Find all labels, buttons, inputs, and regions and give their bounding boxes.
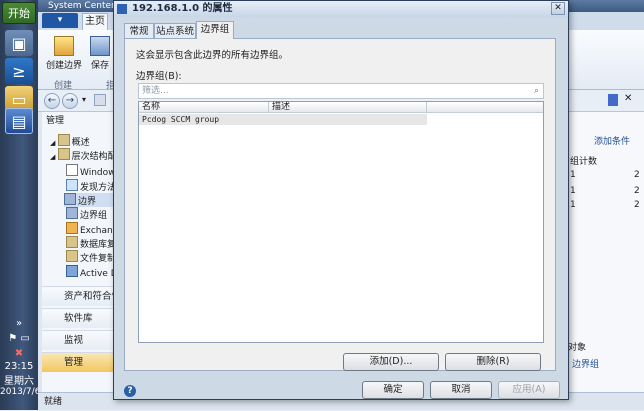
ok-button[interactable]: 确定 — [362, 381, 424, 399]
tree-item-exchange[interactable]: Exchang — [66, 222, 118, 236]
table-row[interactable]: Pcdog SCCM group — [139, 114, 427, 125]
tree-item-overview[interactable]: ◢ 概述 — [50, 134, 90, 148]
second-column-cell: 2 — [634, 186, 640, 196]
start-button[interactable]: 开始 — [2, 2, 36, 24]
tree-item-database[interactable]: 数据库复 — [66, 236, 116, 250]
filter-placeholder: 筛选... — [142, 86, 169, 96]
network-warning-icon[interactable]: ✖ — [0, 348, 38, 359]
exchange-icon — [66, 222, 78, 234]
forward-arrow-icon[interactable]: → — [62, 93, 78, 109]
save-label: 保存 — [90, 61, 109, 71]
folder-icon — [57, 148, 70, 160]
create-boundary-icon — [54, 36, 74, 56]
tree-item-windows[interactable]: Window — [66, 164, 116, 178]
cancel-button[interactable]: 取消 — [430, 381, 492, 399]
tab-general[interactable]: 常规 — [124, 23, 154, 39]
tree-item-boundary-groups[interactable]: 边界组 — [66, 207, 107, 221]
dialog-close-button[interactable]: ✕ — [551, 2, 565, 15]
group-count-cell: 1 — [570, 186, 576, 196]
second-column-cell: 2 — [634, 200, 640, 210]
column-header-description[interactable]: 描述 — [269, 102, 427, 113]
tab-boundary-groups[interactable]: 边界组 — [196, 21, 234, 39]
tree-item-active-directory[interactable]: Active D — [66, 265, 118, 279]
console-close-icon[interactable]: ✕ — [624, 93, 632, 104]
search-icon[interactable]: ⌕ — [534, 84, 539, 98]
dialog-title: 192.168.1.0 的属性 — [114, 1, 568, 17]
boundary-group-icon — [66, 207, 78, 219]
database-icon — [66, 236, 78, 248]
remove-button[interactable]: 删除(R) — [445, 353, 541, 371]
filter-input[interactable]: 筛选... ⌕ — [138, 83, 544, 99]
group-count-cell: 1 — [570, 200, 576, 210]
discovery-icon — [66, 179, 78, 191]
save-button[interactable]: 保存 — [88, 36, 112, 72]
overview-icon — [57, 134, 70, 146]
apply-button[interactable]: 应用(A) — [498, 381, 560, 399]
flag-icon[interactable]: ⚑ ▭ — [0, 333, 38, 344]
save-icon — [90, 36, 110, 56]
boundary-groups-list[interactable]: 名称 描述 Pcdog SCCM group — [138, 101, 544, 343]
help-icon[interactable]: ? — [124, 385, 136, 397]
refresh-icon[interactable] — [608, 94, 618, 106]
file-copy-icon — [66, 250, 78, 262]
create-boundary-button[interactable]: 创建边界 — [44, 36, 84, 72]
properties-dialog: 192.168.1.0 的属性 ✕ 常规 站点系统 边界组 这会显示包含此边界的… — [113, 0, 569, 400]
powershell-icon[interactable]: ≥ — [5, 58, 33, 84]
tab-description: 这会显示包含此边界的所有边界组。 — [136, 50, 289, 61]
boundary-groups-label: 边界组(B): — [136, 71, 182, 82]
boundary-group-link[interactable]: 边界组 — [572, 357, 599, 370]
clock-date: 2013/7/6 — [0, 387, 41, 397]
group-count-cell: 1 — [570, 170, 576, 180]
details-panel: 添加条件 组计数 1 1 1 2 2 2 对象 边界组 — [568, 112, 644, 392]
dialog-app-icon — [117, 4, 127, 14]
back-arrow-icon[interactable]: ← — [44, 93, 60, 109]
related-objects-label: 对象 — [568, 343, 587, 353]
taskbar: 开始 ▣ ≥ ▭ ▤ » ⚑ ▭ ✖ 23:15 星期六 2013/7/6 — [0, 0, 41, 410]
clock-day: 星期六 — [4, 376, 34, 387]
server-manager-icon[interactable]: ▣ — [5, 30, 33, 56]
file-menu-tab[interactable]: ▾ — [42, 13, 78, 28]
tab-site-systems[interactable]: 站点系统 — [154, 23, 196, 39]
history-dropdown-icon[interactable]: ▾ — [82, 95, 86, 104]
boundary-icon — [64, 193, 76, 205]
column-header-group-count[interactable]: 组计数 — [570, 154, 597, 167]
row-name-cell: Pcdog SCCM group — [142, 115, 220, 124]
tree-item-discovery[interactable]: 发现方法 — [66, 179, 116, 193]
create-boundary-label: 创建边界 — [45, 61, 82, 71]
clock-time[interactable]: 23:15 — [0, 361, 38, 372]
second-column-cell: 2 — [634, 170, 640, 180]
windows-icon — [66, 164, 78, 176]
nav-section-title: 管理 — [46, 116, 65, 126]
tree-item-hierarchy[interactable]: ◢ 层次结构配 — [50, 148, 117, 162]
tray-expand-icon[interactable]: » — [0, 318, 38, 329]
configmgr-console-icon[interactable]: ▤ — [5, 108, 33, 134]
column-header-name[interactable]: 名称 — [139, 102, 269, 113]
breadcrumb-root-icon[interactable] — [94, 94, 106, 106]
add-condition-link[interactable]: 添加条件 — [594, 134, 630, 147]
system-tray: » ⚑ ▭ ✖ 23:15 星期六 2013/7/6 — [0, 318, 41, 410]
tree-item-file-copy[interactable]: 文件复制 — [66, 250, 116, 264]
add-button[interactable]: 添加(D)... — [343, 353, 439, 371]
list-header: 名称 描述 — [139, 102, 543, 113]
active-directory-icon — [66, 265, 78, 277]
tab-home[interactable]: 主页 — [82, 13, 108, 30]
